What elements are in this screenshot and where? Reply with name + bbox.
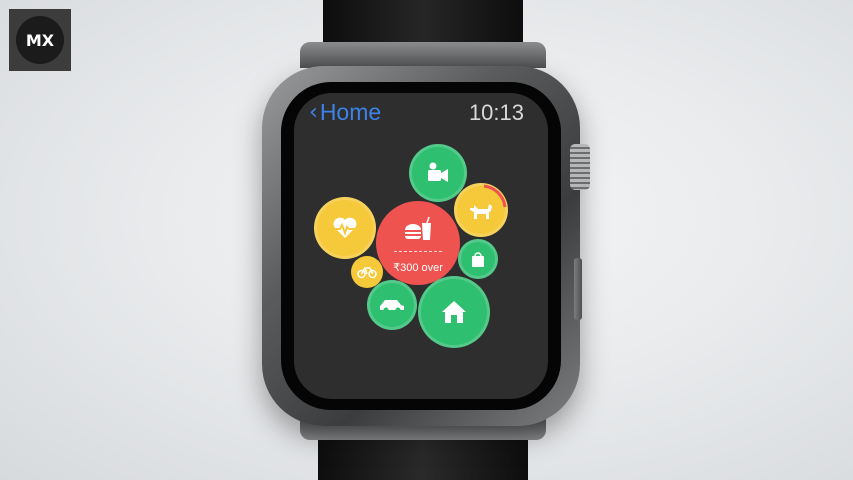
divider [394,251,442,252]
mx-logo: MX [9,9,71,71]
clock-time: 10:13 [468,100,524,125]
logo-text: MX [16,16,64,64]
side-button[interactable] [574,258,582,320]
house-icon [442,301,466,323]
chevron-left-icon: ‹ [309,100,318,125]
category-bubble-health[interactable] [314,197,376,259]
video-camera-icon [428,162,448,182]
spend-status: ₹300 over [393,262,443,274]
back-label: Home [319,99,382,125]
watch-screen: ‹ Home 10:13 ₹300 over [294,93,548,399]
category-bubble-shopping[interactable] [458,239,498,279]
category-bubble-food[interactable]: ₹300 over [376,201,460,285]
food-drink-icon [405,216,431,240]
watch-lug-top [300,42,546,68]
digital-crown[interactable] [570,144,590,190]
car-icon [380,300,404,313]
heart-pulse-icon [333,217,357,238]
bicycle-icon [357,267,377,279]
progress-arc [483,184,507,208]
category-bubble-transport[interactable] [367,280,417,330]
shopping-bag-icon [472,252,484,267]
category-bubble-home[interactable] [418,276,490,348]
category-bubble-pets[interactable] [454,183,508,237]
back-button[interactable]: ‹ Home [309,99,381,126]
